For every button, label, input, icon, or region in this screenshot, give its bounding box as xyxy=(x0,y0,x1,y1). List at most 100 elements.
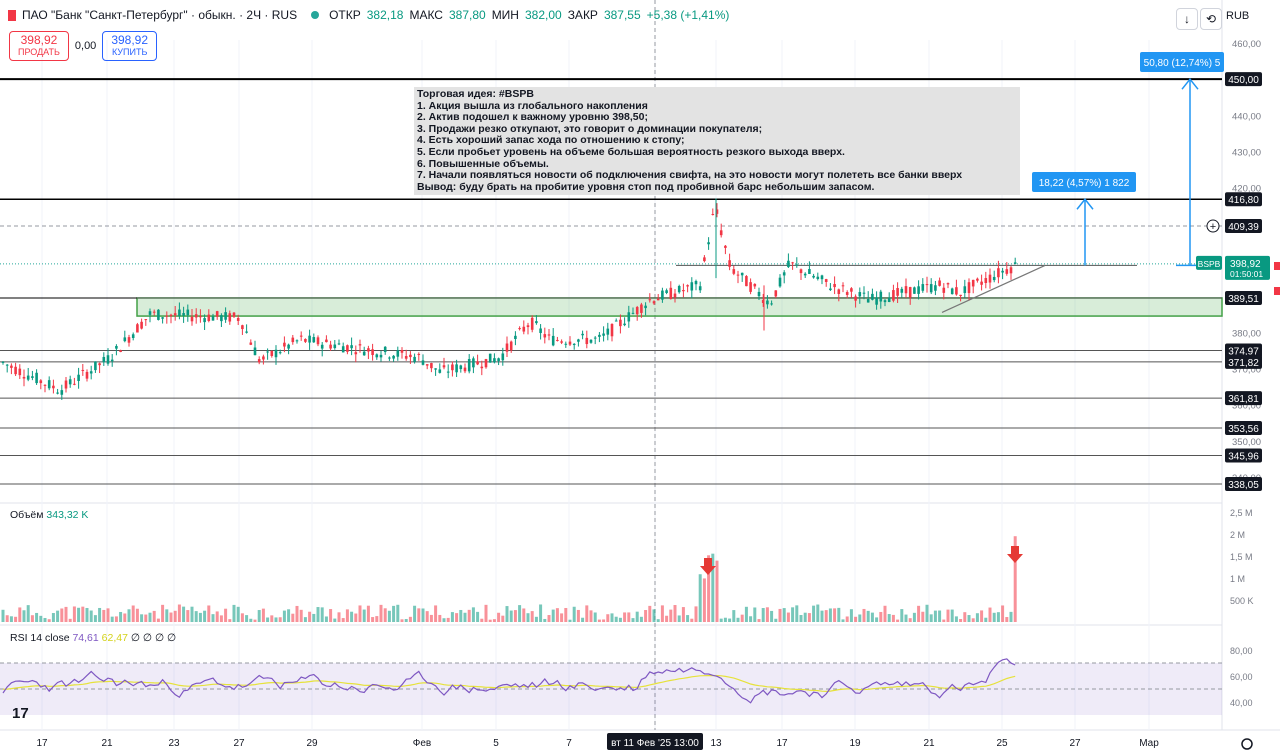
buy-label: КУПИТЬ xyxy=(111,47,148,57)
volume-bar xyxy=(56,610,60,622)
candle-body xyxy=(682,289,685,292)
candle-body xyxy=(824,279,828,282)
candle-body xyxy=(640,304,643,313)
candle-body xyxy=(299,335,303,337)
volume-bar xyxy=(127,609,131,622)
time-tick: 29 xyxy=(306,738,318,749)
candle-body xyxy=(480,366,484,369)
reset-icon[interactable]: ⟲ xyxy=(1200,8,1222,30)
volume-bar xyxy=(849,609,853,622)
level-label: 361,81 xyxy=(1228,394,1259,405)
volume-bar xyxy=(358,605,362,622)
volume-bar xyxy=(786,612,790,622)
volume-bar xyxy=(765,607,769,622)
note-line: 5. Если пробьет уровень на объеме больша… xyxy=(417,145,845,158)
volume-bar xyxy=(694,606,698,622)
candle-body xyxy=(589,339,593,343)
candle-body xyxy=(274,349,278,358)
volume-bar xyxy=(379,604,383,622)
candle-body xyxy=(908,287,912,298)
tradingview-logo-icon: 17 xyxy=(12,705,29,722)
candle-body xyxy=(526,325,530,328)
volume-bar xyxy=(131,605,135,622)
buy-button[interactable]: 398,92 КУПИТЬ xyxy=(102,31,158,61)
candle-body xyxy=(635,307,639,315)
volume-bar xyxy=(681,607,685,622)
volume-bar xyxy=(656,619,660,622)
volume-bar xyxy=(564,607,568,622)
time-tick: 5 xyxy=(493,738,499,749)
volume-bar xyxy=(211,614,215,622)
candle-body xyxy=(81,369,85,371)
volume-bar xyxy=(270,615,274,622)
volume-bar xyxy=(30,615,34,622)
candle-body xyxy=(165,315,169,317)
symbol-tag: BSPB xyxy=(1198,259,1221,269)
volume-bar xyxy=(240,613,244,622)
candle-body xyxy=(409,354,412,358)
candle-body xyxy=(728,260,731,267)
volume-bar xyxy=(228,619,232,622)
candle-body xyxy=(157,309,160,320)
sell-button[interactable]: 398,92 ПРОДАТЬ xyxy=(9,31,69,61)
open-label: ОТКР xyxy=(329,8,361,22)
volume-bar xyxy=(984,617,988,622)
volume-bar xyxy=(81,606,85,622)
currency-selector[interactable]: RUB xyxy=(1226,10,1249,22)
candle-body xyxy=(644,305,647,309)
volume-bar xyxy=(673,605,677,622)
candle-body xyxy=(178,309,181,316)
candle-body xyxy=(556,339,559,341)
alert-marker-icon xyxy=(1274,262,1280,270)
volume-bar xyxy=(68,618,72,622)
volume-bar xyxy=(207,605,211,622)
volume-bar xyxy=(950,609,954,622)
candle-body xyxy=(190,316,194,322)
candle-body xyxy=(518,328,521,330)
candle-body xyxy=(186,309,190,316)
volume-bar xyxy=(971,618,975,622)
volume-bar xyxy=(526,613,530,622)
volume-bar xyxy=(350,611,354,622)
time-tick: 23 xyxy=(168,738,180,749)
candle-body xyxy=(123,337,127,342)
candle-body xyxy=(182,313,185,316)
candle-body xyxy=(392,355,395,359)
candle-body xyxy=(207,314,211,321)
candle-body xyxy=(946,283,950,285)
down-arrow-icon[interactable]: ↓ xyxy=(1176,8,1198,30)
level-label: 345,96 xyxy=(1228,451,1259,462)
volume-bar xyxy=(161,604,165,622)
candle-body xyxy=(929,284,933,293)
candle-body xyxy=(295,340,299,342)
candle-body xyxy=(493,358,496,363)
candle-body xyxy=(547,334,551,336)
candle-body xyxy=(997,268,1000,278)
symbol-title[interactable]: ПАО "Банк "Санкт-Петербург" · обыкн. · 2… xyxy=(22,8,297,22)
candle-body xyxy=(904,286,908,294)
candle-body xyxy=(68,379,72,385)
candle-body xyxy=(404,356,408,359)
candle-body xyxy=(787,260,790,268)
volume-bar xyxy=(144,614,148,622)
candle-body xyxy=(5,364,9,366)
note-line: Вывод: буду брать на пробитие уровня сто… xyxy=(417,180,875,193)
volume-bar xyxy=(980,610,984,622)
symbol-header: ПАО "Банк "Санкт-Петербург" · обыкн. · 2… xyxy=(8,8,729,22)
candle-body xyxy=(900,288,904,293)
volume-bar xyxy=(102,609,106,622)
volume-bar xyxy=(732,610,736,622)
candle-body xyxy=(396,350,400,357)
volume-bar xyxy=(1001,605,1005,622)
volume-bar xyxy=(341,618,345,622)
volume-bar xyxy=(585,605,589,622)
candle-body xyxy=(598,334,601,337)
candle-body xyxy=(955,287,958,295)
candle-body xyxy=(341,346,345,353)
volume-bar xyxy=(879,611,883,622)
volume-label: Объём xyxy=(10,509,44,521)
volume-bar xyxy=(845,616,849,622)
price-tick: 460,00 xyxy=(1232,39,1261,50)
volume-bar xyxy=(576,609,580,622)
trade-idea-note[interactable]: Торговая идея: #BSPB 1. Акция вышла из гл… xyxy=(414,87,1020,195)
